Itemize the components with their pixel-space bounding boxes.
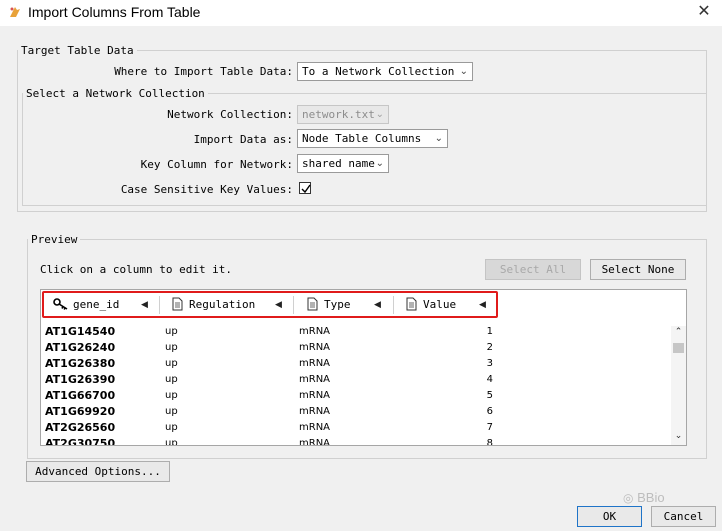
table-cell: up — [165, 342, 178, 353]
select-all-button: Select All — [485, 259, 581, 280]
table-cell: 2 — [486, 342, 493, 353]
table-cell: mRNA — [299, 326, 331, 337]
scroll-thumb[interactable] — [673, 343, 684, 353]
scroll-down-icon[interactable]: ⌄ — [671, 430, 686, 442]
table-cell: mRNA — [299, 422, 331, 433]
header-highlight-box — [42, 291, 498, 318]
table-cell: AT1G14540 — [45, 325, 116, 338]
chevron-down-icon: ⌄ — [459, 66, 468, 77]
table-cell: 6 — [486, 406, 493, 417]
table-cell: AT1G26390 — [45, 373, 116, 386]
table-cell: up — [165, 326, 178, 337]
ok-button[interactable]: OK — [577, 506, 642, 527]
table-cell: 4 — [486, 374, 493, 385]
table-cell: AT2G30750 — [45, 437, 116, 446]
case-sensitive-label: Case Sensitive Key Values: — [120, 183, 293, 196]
title-bar: Import Columns From Table ✕ — [0, 0, 722, 26]
table-cell: mRNA — [299, 406, 331, 417]
preview-legend: Preview — [31, 233, 78, 246]
target-table-legend: Target Table Data — [21, 44, 134, 57]
table-cell: up — [165, 390, 178, 401]
preview-table: gene_id ◀ Regulation ◀ Type ◀ Value ◀ AT… — [40, 289, 687, 446]
app-icon — [10, 7, 20, 17]
vertical-scrollbar[interactable]: ⌃ ⌄ — [671, 326, 686, 445]
table-row: AT1G69920 up mRNA 6 — [41, 404, 671, 420]
table-cell: AT1G69920 — [45, 405, 116, 418]
advanced-options-button[interactable]: Advanced Options... — [26, 461, 170, 482]
table-cell: mRNA — [299, 390, 331, 401]
where-to-import-label: Where to Import Table Data: — [114, 65, 293, 78]
table-cell: AT1G26240 — [45, 341, 116, 354]
select-none-button[interactable]: Select None — [590, 259, 686, 280]
table-cell: AT1G66700 — [45, 389, 116, 402]
checkmark-icon — [301, 184, 311, 194]
key-column-value: shared name — [302, 157, 375, 170]
chevron-down-icon: ⌄ — [375, 158, 384, 169]
table-cell: 1 — [486, 326, 493, 337]
preview-hint: Click on a column to edit it. — [40, 263, 233, 276]
import-data-as-label: Import Data as: — [193, 133, 293, 146]
table-cell: AT1G26380 — [45, 357, 116, 370]
key-column-dropdown[interactable]: shared name ⌄ — [297, 154, 389, 173]
table-cell: mRNA — [299, 438, 331, 446]
table-cell: up — [165, 422, 178, 433]
table-cell: up — [165, 406, 178, 417]
table-cell: mRNA — [299, 358, 331, 369]
table-row: AT2G26560 up mRNA 7 — [41, 420, 671, 436]
table-cell: up — [165, 438, 178, 446]
chevron-down-icon: ⌄ — [375, 109, 384, 120]
table-cell: up — [165, 358, 178, 369]
window-title: Import Columns From Table — [28, 4, 201, 20]
network-collection-dropdown: network.txt ⌄ — [297, 105, 389, 124]
scroll-up-icon[interactable]: ⌃ — [671, 326, 686, 338]
table-cell: 3 — [486, 358, 493, 369]
network-collection-legend: Select a Network Collection — [26, 87, 205, 100]
watermark-text: BBio — [637, 490, 665, 505]
table-header: gene_id ◀ Regulation ◀ Type ◀ Value ◀ — [41, 290, 686, 320]
table-cell: mRNA — [299, 342, 331, 353]
chevron-down-icon: ⌄ — [434, 133, 443, 144]
import-data-as-value: Node Table Columns — [302, 132, 422, 145]
table-row: AT1G26240 up mRNA 2 — [41, 340, 671, 356]
table-cell: 5 — [486, 390, 493, 401]
table-cell: 8 — [486, 438, 493, 446]
table-cell: mRNA — [299, 374, 331, 385]
where-to-import-dropdown[interactable]: To a Network Collection ⌄ — [297, 62, 473, 81]
table-row: AT1G26380 up mRNA 3 — [41, 356, 671, 372]
table-cell: up — [165, 374, 178, 385]
case-sensitive-checkbox[interactable] — [299, 182, 311, 194]
wechat-icon: ◎ — [623, 491, 634, 505]
close-icon[interactable]: ✕ — [690, 0, 718, 24]
table-row: AT1G26390 up mRNA 4 — [41, 372, 671, 388]
where-to-import-value: To a Network Collection — [302, 65, 455, 78]
table-row: AT1G14540 up mRNA 1 — [41, 324, 671, 340]
table-row: AT1G66700 up mRNA 5 — [41, 388, 671, 404]
import-data-as-dropdown[interactable]: Node Table Columns ⌄ — [297, 129, 448, 148]
network-collection-value: network.txt — [302, 108, 375, 121]
table-cell: AT2G26560 — [45, 421, 116, 434]
cancel-button[interactable]: Cancel — [651, 506, 716, 527]
network-collection-label: Network Collection: — [167, 108, 293, 121]
table-row: AT2G30750 up mRNA 8 — [41, 436, 671, 446]
watermark: ◎ BBio — [623, 490, 665, 505]
table-cell: 7 — [486, 422, 493, 433]
key-column-label: Key Column for Network: — [140, 158, 293, 171]
